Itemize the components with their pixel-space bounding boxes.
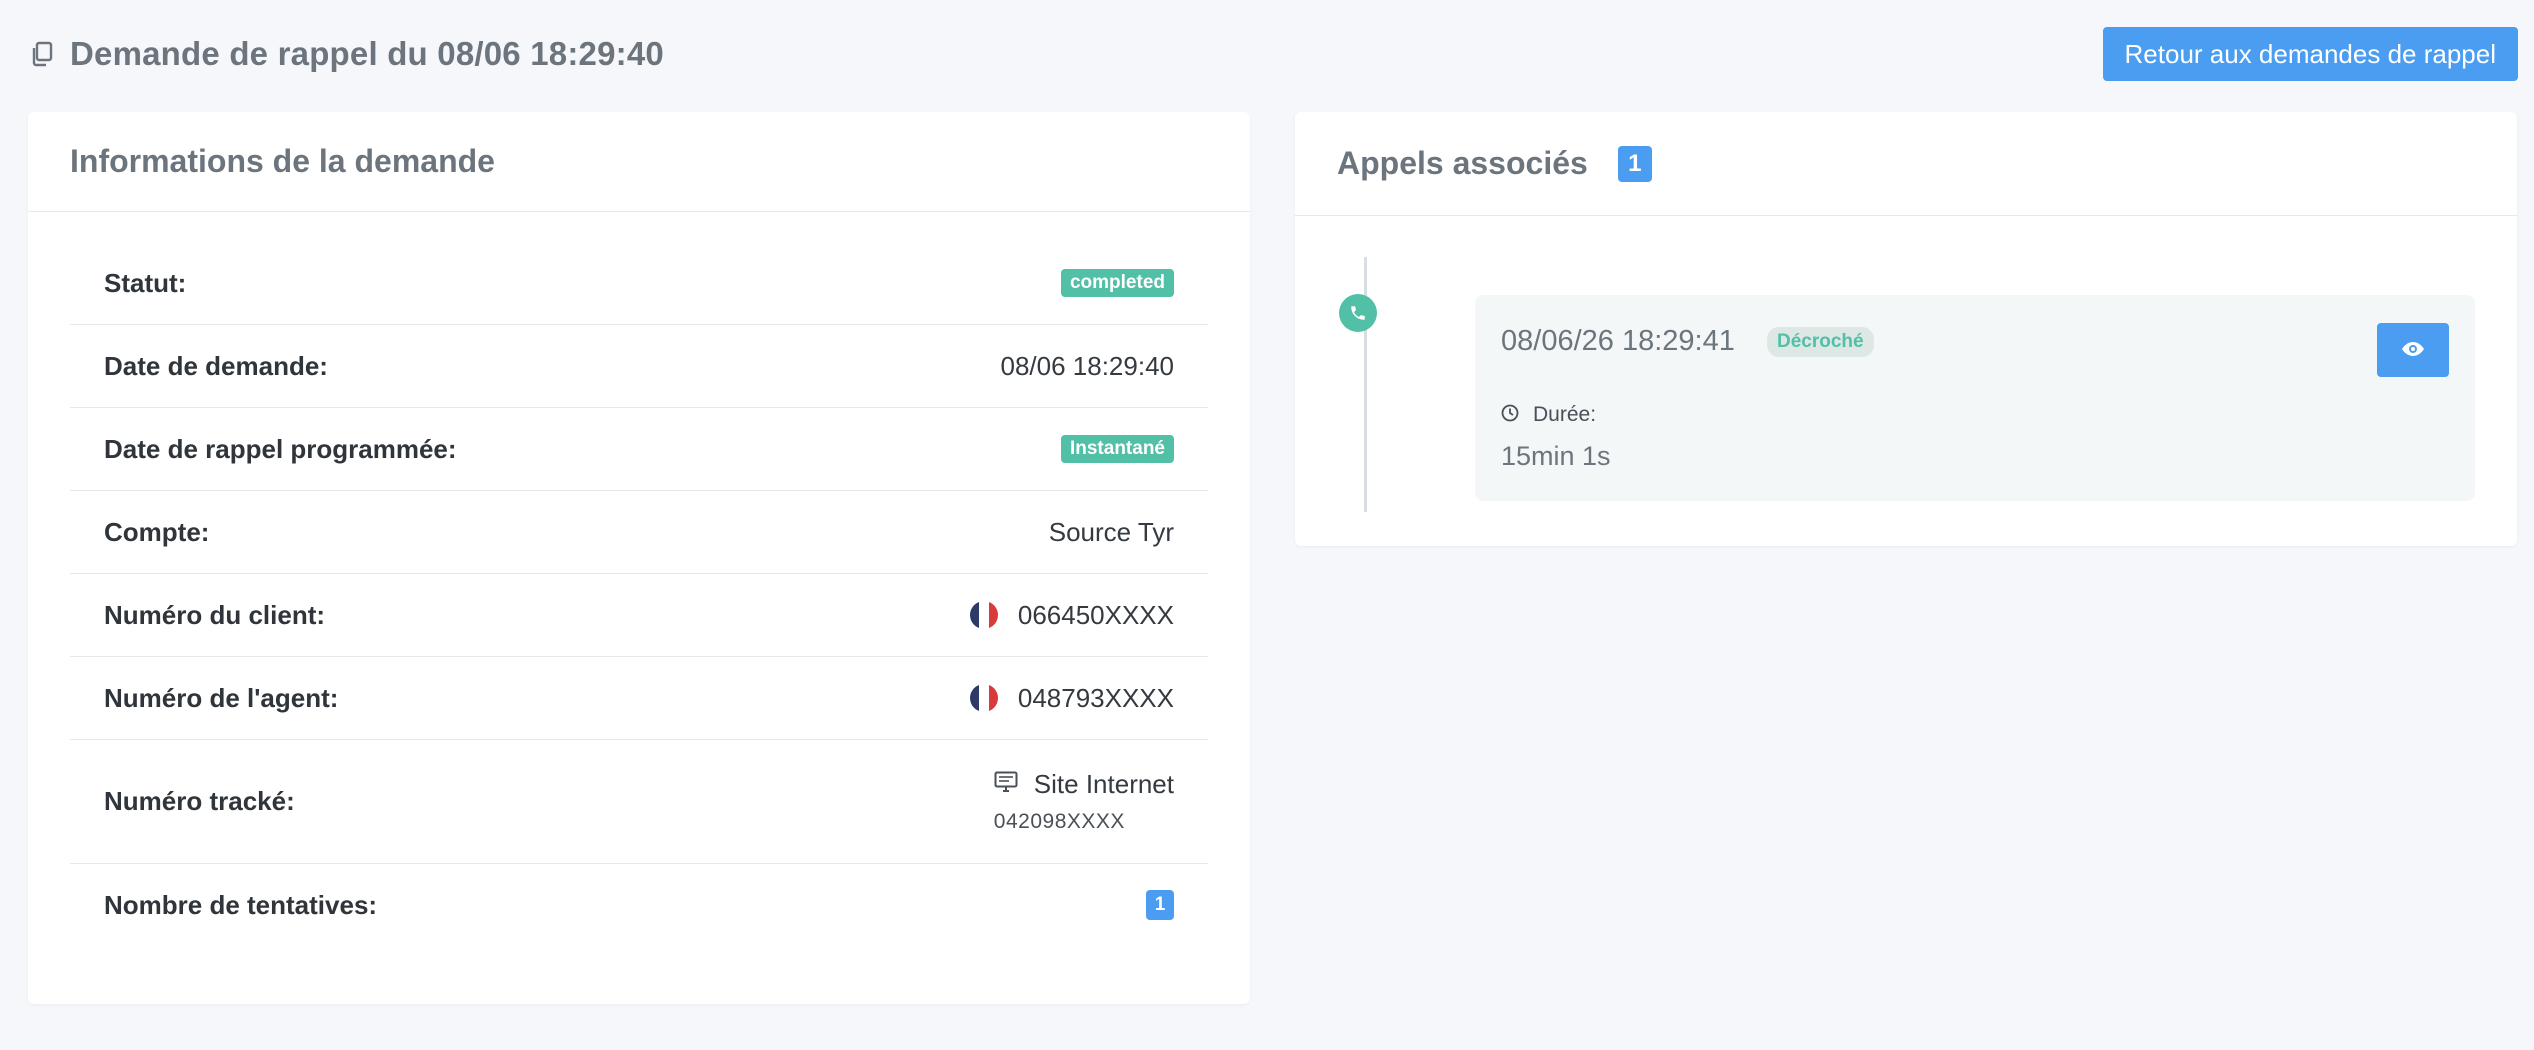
tracked-number-row: Numéro tracké: Site Internet 042098XXXX [70,740,1208,864]
clock-icon [1501,404,1519,427]
attempts-row: Nombre de tentatives: 1 [70,864,1208,946]
associated-calls-card: Appels associés 1 08/06/26 18:29:41 Décr… [1295,112,2517,546]
copy-icon [28,40,56,68]
client-number-label: Numéro du client: [104,599,326,630]
agent-number-label: Numéro de l'agent: [104,682,339,713]
request-info-header: Informations de la demande [28,112,1250,212]
tracked-source: Site Internet [994,769,1174,800]
page-header: Demande de rappel du 08/06 18:29:40 Reto… [28,27,2518,81]
monitor-icon [994,769,1018,800]
calls-count-badge: 1 [1617,145,1652,182]
tracked-number-value-wrap: Site Internet 042098XXXX [994,769,1174,834]
tracked-source-label: Site Internet [1033,769,1174,799]
eye-icon [2401,341,2425,360]
agent-number-row: Numéro de l'agent: 048793XXXX [70,657,1208,740]
callback-request-page: Demande de rappel du 08/06 18:29:40 Reto… [0,0,2534,1050]
status-row: Statut: completed [70,242,1208,325]
status-label: Statut: [104,267,187,298]
request-date-value: 08/06 18:29:40 [1000,350,1175,381]
account-row: Compte: Source Tyr [70,491,1208,574]
page-title: Demande de rappel du 08/06 18:29:40 [70,35,664,72]
call-datetime: 08/06/26 18:29:41 [1501,325,1735,357]
agent-number-value-wrap: 048793XXXX [969,682,1174,714]
france-flag-icon [969,684,998,712]
request-date-row: Date de demande: 08/06 18:29:40 [70,325,1208,408]
request-info-title: Informations de la demande [70,143,495,179]
attempts-label: Nombre de tentatives: [104,889,378,920]
call-item: 08/06/26 18:29:41 Décroché Durée: 15min … [1475,295,2475,501]
attempts-badge: 1 [1146,890,1174,920]
associated-calls-header: Appels associés 1 [1295,112,2517,216]
scheduled-callback-label: Date de rappel programmée: [104,433,457,464]
duration-value: 15min 1s [1501,441,1611,471]
back-to-callbacks-button[interactable]: Retour aux demandes de rappel [2102,27,2518,81]
france-flag-icon [969,601,998,629]
tracked-number-label: Numéro tracké: [104,786,295,816]
status-badge: completed [1060,269,1174,297]
scheduled-callback-row: Date de rappel programmée: Instantané [70,408,1208,491]
associated-calls-title: Appels associés [1337,145,1588,181]
page-title-wrap: Demande de rappel du 08/06 18:29:40 [28,35,664,73]
account-value: Source Tyr [1048,516,1174,547]
scheduled-callback-badge: Instantané [1060,435,1174,463]
tracked-number-value: 042098XXXX [993,810,1125,833]
duration-label-wrap: Durée: [1501,403,1596,427]
client-number-value: 066450XXXX [1017,599,1174,630]
client-number-value-wrap: 066450XXXX [969,599,1174,631]
duration-label: Durée: [1533,403,1597,426]
account-label: Compte: [104,516,210,547]
view-call-button[interactable] [2377,323,2449,377]
client-number-row: Numéro du client: 066450XXXX [70,574,1208,657]
phone-icon [1339,294,1377,332]
agent-number-value: 048793XXXX [1017,682,1174,713]
call-status-badge: Décroché [1767,327,1874,357]
request-date-label: Date de demande: [104,350,328,381]
request-info-card: Informations de la demande Statut: compl… [28,112,1250,1004]
request-info-list: Statut: completed Date de demande: 08/06… [70,242,1208,946]
